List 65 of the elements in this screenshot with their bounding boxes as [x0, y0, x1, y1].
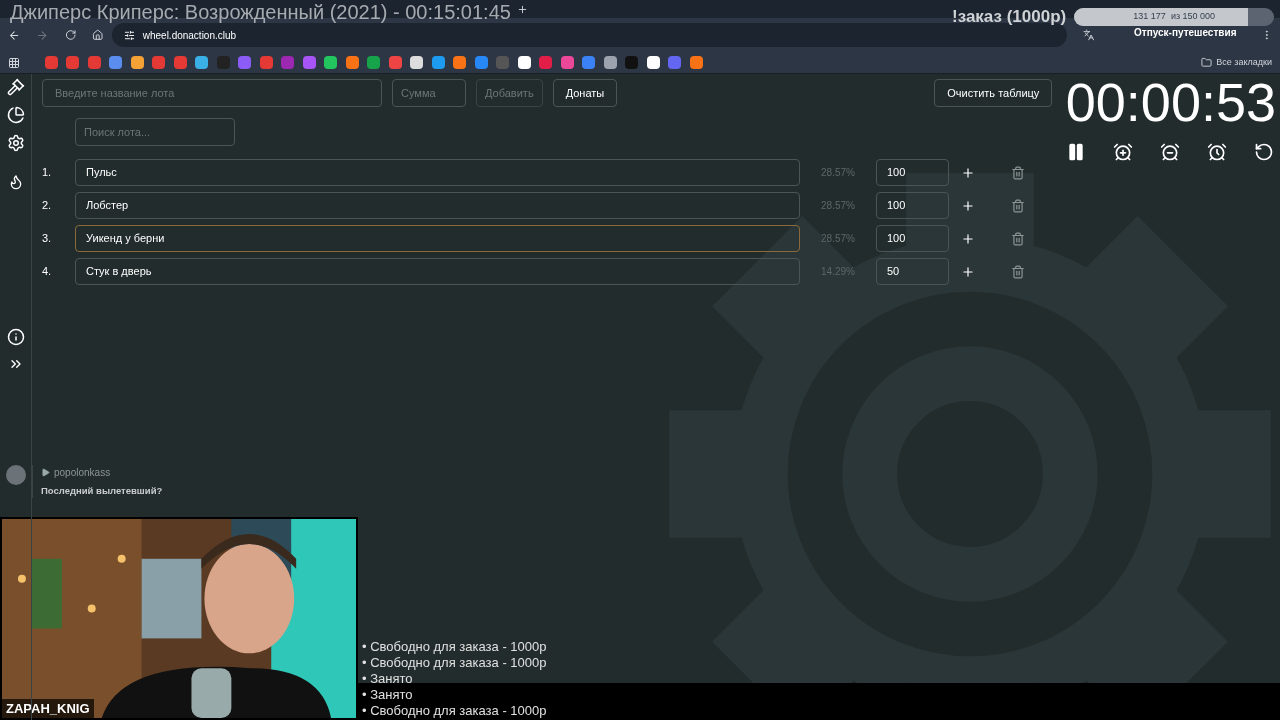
all-bookmarks[interactable]: Все закладки	[1201, 55, 1272, 70]
pause-icon[interactable]	[1066, 142, 1086, 162]
timer: 00:00:53	[1065, 74, 1276, 130]
order-slot: • Занято	[362, 687, 547, 703]
lot-number: 2.	[42, 198, 53, 214]
streamer-name: ZAPAH_KNIG	[2, 698, 94, 718]
order-slot: • Свободно для заказа - 1000р	[362, 703, 547, 719]
lot-amount-field[interactable]: 100	[876, 225, 949, 252]
lot-name-field[interactable]: Стук в дверь	[75, 258, 800, 285]
lot-name-field[interactable]: Уикенд у берни	[75, 225, 800, 252]
back-icon[interactable]	[8, 28, 21, 42]
plus-icon[interactable]	[961, 165, 975, 180]
home-icon[interactable]	[92, 29, 104, 41]
order-slot: • Занято	[362, 671, 547, 687]
folder-icon	[1201, 57, 1213, 68]
alarm-plus-icon[interactable]	[1113, 142, 1133, 162]
bookmark-icon[interactable]	[517, 56, 531, 69]
search-field[interactable]: Поиск лота...	[75, 118, 235, 146]
plus-icon[interactable]	[961, 264, 975, 279]
alarm-minus-icon[interactable]	[1160, 142, 1180, 162]
lot-number: 1.	[42, 165, 53, 181]
reset-icon[interactable]	[1254, 142, 1274, 162]
lot-percent: 28.57%	[820, 199, 856, 213]
goal-reading: 131 177 из 150 000	[1132, 10, 1217, 23]
info-icon[interactable]	[6, 328, 25, 346]
lot-name-field[interactable]: Введите название лота	[42, 79, 382, 107]
order-slot: • Свободно для заказа - 1000р	[362, 639, 547, 655]
chat-username: popolonkass	[54, 466, 111, 480]
lot-amount-field[interactable]: 100	[876, 192, 949, 219]
apps-icon[interactable]	[8, 56, 20, 69]
bookmark-icon[interactable]	[646, 56, 660, 69]
pie-chart-icon[interactable]	[6, 106, 25, 124]
delete-icon[interactable]	[1011, 264, 1025, 279]
lot-name-field[interactable]: Пульс	[75, 159, 800, 186]
translate-icon[interactable]	[1083, 29, 1095, 41]
delete-icon[interactable]	[1011, 165, 1025, 180]
reload-icon[interactable]	[64, 29, 77, 41]
bookmark-icon[interactable]	[130, 56, 144, 69]
clear-table-button[interactable]: Очистить таблицу	[934, 79, 1053, 107]
settings-icon[interactable]	[6, 134, 25, 152]
donations-button[interactable]: Донаты	[552, 79, 618, 107]
bookmark-icon[interactable]	[410, 56, 423, 69]
gavel-icon[interactable]	[6, 78, 25, 96]
lot-amount-field[interactable]: 100	[876, 159, 949, 186]
lot-percent: 28.57%	[820, 166, 856, 180]
new-tab-icon[interactable]	[517, 3, 528, 15]
lot-amount-field[interactable]: 50	[876, 258, 949, 285]
bookmark-icon[interactable]	[603, 56, 617, 69]
delete-icon[interactable]	[1011, 231, 1025, 246]
goal-caption: Отпуск-путешествия	[1134, 26, 1237, 40]
order-slot: • Свободно для заказа - 1000р	[362, 655, 547, 671]
lot-number: 4.	[42, 264, 53, 280]
plus-icon[interactable]	[961, 231, 975, 246]
platform-icon	[41, 468, 50, 477]
lot-number: 3.	[42, 231, 53, 247]
sum-field[interactable]: Сумма	[392, 79, 466, 107]
lot-name-field[interactable]: Лобстер	[75, 192, 800, 219]
avatar	[6, 465, 26, 485]
delete-icon[interactable]	[1011, 198, 1025, 213]
plus-icon[interactable]	[961, 198, 975, 213]
chat-message: Последний вылетевший?	[41, 484, 163, 498]
stream-title: Джиперс Криперс: Возрожденный (2021) - 00:15:01:45	[10, 0, 511, 25]
alarm-icon[interactable]	[1207, 142, 1227, 162]
lot-percent: 28.57%	[820, 232, 856, 246]
site-settings-icon[interactable]	[123, 29, 135, 41]
